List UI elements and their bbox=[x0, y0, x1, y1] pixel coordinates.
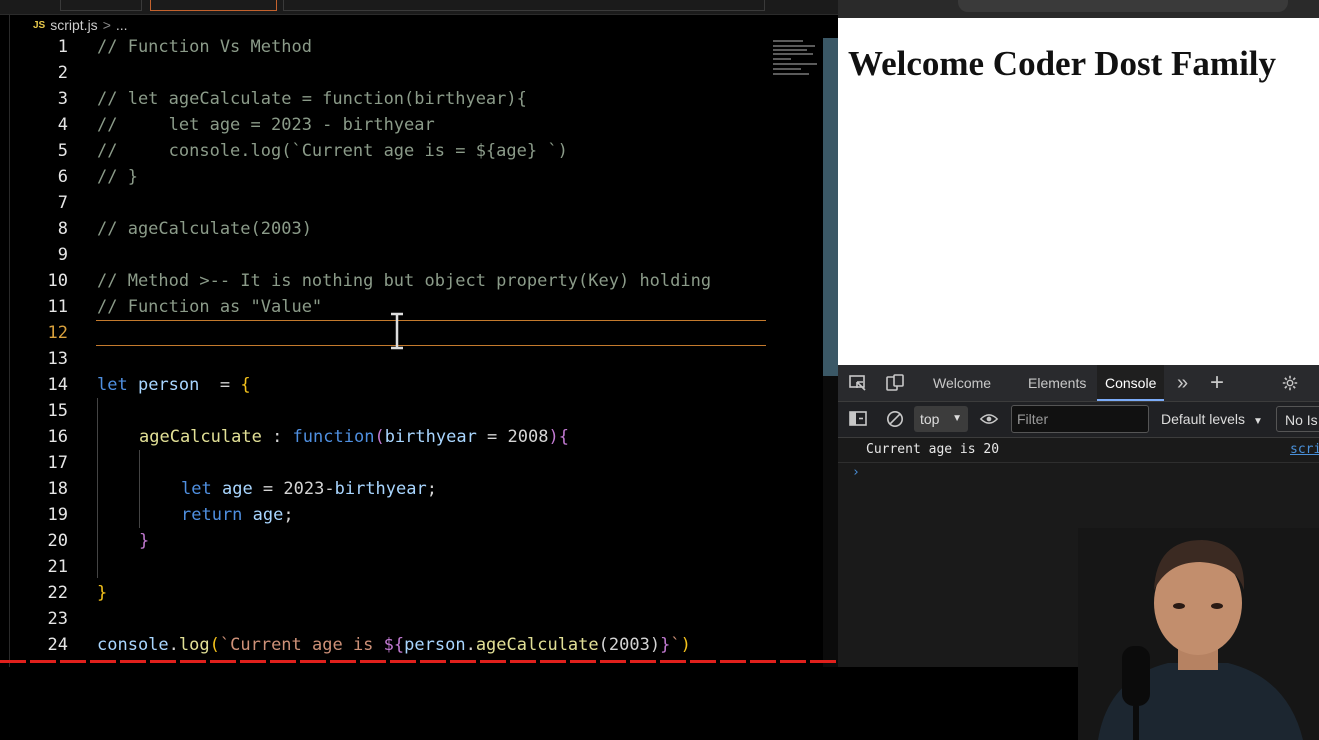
code-line: let age = 2023-birthyear; bbox=[181, 479, 437, 499]
line-number: 9 bbox=[57, 245, 68, 265]
address-bar[interactable] bbox=[958, 0, 1288, 12]
line-number: 1 bbox=[57, 37, 68, 57]
line-number: 24 bbox=[47, 635, 68, 655]
page-viewport: Welcome Coder Dost Family bbox=[838, 18, 1319, 365]
tab-elements[interactable]: Elements bbox=[1028, 365, 1086, 401]
devtools-panel: Welcome Elements Console » + top ▼ Filte… bbox=[838, 365, 1319, 740]
code-line: // console.log(`Current age is = ${age} … bbox=[97, 141, 568, 161]
chevron-down-icon: ▼ bbox=[952, 413, 962, 424]
code-line: // } bbox=[97, 167, 138, 187]
console-log-row: Current age is 20 scri bbox=[838, 438, 1319, 463]
code-line: let person = { bbox=[97, 375, 251, 395]
console-output[interactable]: Current age is 20 scri › bbox=[838, 438, 1319, 740]
breadcrumb-file[interactable]: script.js bbox=[50, 17, 97, 33]
code-line: // let age = 2023 - birthyear bbox=[97, 115, 435, 135]
inspect-element-icon[interactable] bbox=[848, 374, 868, 392]
minimap[interactable] bbox=[770, 38, 822, 78]
breadcrumb-separator: > bbox=[102, 17, 111, 33]
editor-tab[interactable] bbox=[60, 0, 142, 11]
issues-button[interactable]: No Is bbox=[1276, 406, 1319, 432]
line-number: 4 bbox=[57, 115, 68, 135]
line-number: 19 bbox=[47, 505, 68, 525]
more-tabs-icon[interactable]: » bbox=[1177, 365, 1188, 401]
line-number: 6 bbox=[57, 167, 68, 187]
console-toolbar: top ▼ Default levels ▼ No Is bbox=[838, 402, 1319, 438]
code-line: // Function Vs Method bbox=[97, 37, 312, 57]
chevron-down-icon: ▼ bbox=[1252, 416, 1263, 427]
code-line: // ageCalculate(2003) bbox=[97, 219, 312, 239]
code-line: } bbox=[139, 531, 150, 551]
code-line: console.log(`Current age is ${person.age… bbox=[97, 635, 691, 655]
settings-gear-icon[interactable] bbox=[1280, 374, 1300, 392]
line-number: 20 bbox=[47, 531, 68, 551]
context-select-value: top bbox=[920, 411, 940, 427]
line-number: 15 bbox=[47, 401, 68, 421]
javascript-file-icon: JS bbox=[33, 19, 46, 31]
add-tab-icon[interactable]: + bbox=[1210, 365, 1224, 401]
code-line: // Method >-- It is nothing but object p… bbox=[97, 271, 712, 291]
line-number: 18 bbox=[47, 479, 68, 499]
code-line: // Function as "Value" bbox=[97, 297, 323, 317]
tab-console[interactable]: Console bbox=[1097, 365, 1165, 401]
context-select[interactable]: top ▼ bbox=[914, 406, 968, 432]
code-editor[interactable]: JS script.js > ... 1 // Function Vs Meth… bbox=[0, 0, 838, 667]
line-number: 16 bbox=[47, 427, 68, 447]
line-number: 2 bbox=[57, 63, 68, 83]
line-number: 8 bbox=[57, 219, 68, 239]
presenter-webcam-overlay bbox=[1078, 528, 1319, 740]
log-levels-dropdown[interactable]: Default levels ▼ bbox=[1161, 402, 1263, 437]
breadcrumb: JS script.js > ... bbox=[33, 16, 128, 34]
console-filter-input[interactable] bbox=[1011, 405, 1149, 433]
line-number: 11 bbox=[47, 297, 68, 317]
text-cursor-icon bbox=[391, 312, 403, 350]
line-number: 17 bbox=[47, 453, 68, 473]
line-number: 21 bbox=[47, 557, 68, 577]
code-line: return age; bbox=[181, 505, 294, 525]
line-number-active: 12 bbox=[47, 323, 68, 343]
editor-scrollbar[interactable] bbox=[823, 38, 838, 376]
editor-tab-active[interactable] bbox=[150, 0, 277, 11]
video-progress-bar[interactable] bbox=[0, 660, 838, 663]
line-number: 13 bbox=[47, 349, 68, 369]
line-number: 10 bbox=[47, 271, 68, 291]
device-toolbar-icon[interactable] bbox=[885, 374, 905, 392]
editor-tab[interactable] bbox=[283, 0, 765, 11]
line-number: 22 bbox=[47, 583, 68, 603]
code-line: } bbox=[97, 583, 108, 603]
editor-tab-strip bbox=[0, 0, 838, 15]
breadcrumb-trail[interactable]: ... bbox=[116, 17, 128, 33]
line-number: 5 bbox=[57, 141, 68, 161]
console-log-source-link[interactable]: scri bbox=[1290, 442, 1319, 457]
line-number: 3 bbox=[57, 89, 68, 109]
code-line: ageCalculate : function(birthyear = 2008… bbox=[139, 427, 569, 447]
line-number: 7 bbox=[57, 193, 68, 213]
tab-welcome[interactable]: Welcome bbox=[933, 365, 991, 401]
console-log-message: Current age is 20 bbox=[866, 442, 1000, 457]
browser-window: Welcome Coder Dost Family Welcome Elemen… bbox=[838, 0, 1319, 740]
devtools-tab-bar: Welcome Elements Console » + bbox=[838, 365, 1319, 402]
editor-scrollbar-track[interactable] bbox=[823, 376, 838, 667]
sidebar-toggle-icon[interactable] bbox=[848, 410, 868, 428]
code-line: // let ageCalculate = function(birthyear… bbox=[97, 89, 527, 109]
browser-toolbar bbox=[838, 0, 1319, 18]
console-prompt-icon[interactable]: › bbox=[852, 465, 860, 480]
page-heading: Welcome Coder Dost Family bbox=[848, 44, 1277, 83]
line-number: 23 bbox=[47, 609, 68, 629]
log-levels-label: Default levels bbox=[1161, 411, 1246, 427]
clear-console-icon[interactable] bbox=[885, 410, 905, 428]
live-expression-eye-icon[interactable] bbox=[979, 410, 999, 428]
line-number: 14 bbox=[47, 375, 68, 395]
